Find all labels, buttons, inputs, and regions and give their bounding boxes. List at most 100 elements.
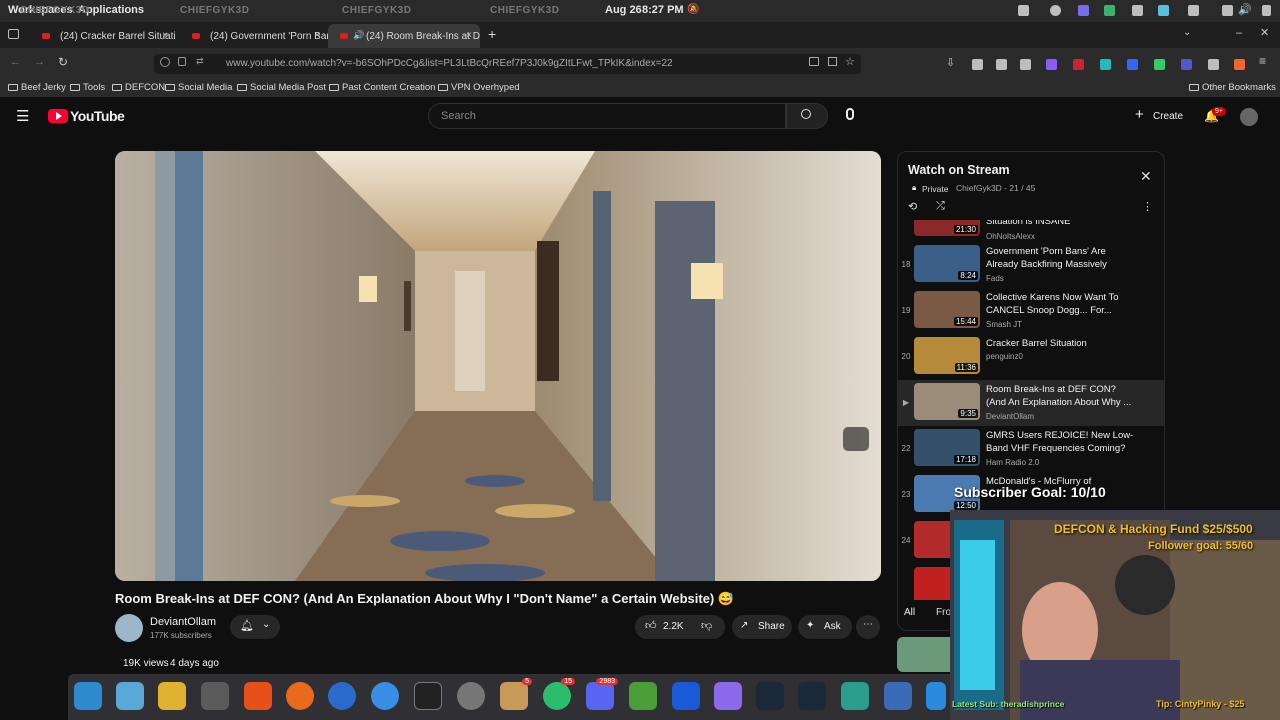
menu-icon[interactable]: ≡ (1259, 54, 1266, 68)
close-tab-icon[interactable]: × (314, 30, 320, 41)
more-actions-button[interactable]: ⋯ (856, 615, 880, 639)
bookmark-star-icon[interactable]: ☆ (845, 55, 855, 68)
extension-icon[interactable] (996, 59, 1007, 70)
back-arrow-icon[interactable]: ← (10, 56, 21, 68)
settings-gear-icon[interactable] (457, 682, 485, 710)
list-item[interactable]: 18 8:24 Government 'Porn Bans' Are Alrea… (898, 242, 1164, 288)
tray-display-icon[interactable] (1222, 5, 1233, 16)
extension-icon[interactable] (1073, 59, 1084, 70)
archive-app-icon[interactable]: 5 (500, 678, 532, 710)
tray-clipboard-icon[interactable] (1188, 5, 1199, 16)
extension-icon[interactable] (1208, 59, 1219, 70)
extension-icon[interactable] (972, 59, 983, 70)
close-tab-icon[interactable]: × (466, 30, 472, 41)
ask-button[interactable]: ✦ Ask (798, 615, 852, 639)
playlist-menu-icon[interactable]: ⋮ (1142, 200, 1153, 213)
hamburger-menu-icon[interactable]: ☰ (16, 107, 29, 125)
extension-icon[interactable] (1181, 59, 1192, 70)
youtube-logo-text[interactable]: YouTube (70, 108, 125, 124)
permissions-icon[interactable]: ⇄ (196, 56, 204, 67)
terminal-icon[interactable] (414, 682, 442, 710)
steam-icon[interactable] (756, 682, 784, 710)
reader-view-icon[interactable] (809, 57, 819, 66)
shuffle-icon[interactable]: ⤮ (936, 200, 945, 213)
editor-icon[interactable] (884, 682, 912, 710)
shield-icon[interactable] (160, 57, 170, 67)
power-icon[interactable] (1262, 5, 1271, 16)
address-bar[interactable]: ⇄ www.youtube.com/watch?v=-b6SOhPDcCg&li… (154, 54, 861, 74)
vencord-icon[interactable] (841, 682, 869, 710)
volume-icon[interactable]: 🔊 (1238, 3, 1252, 16)
tab-room-break-ins[interactable]: 🔊 (24) Room Break-Ins at D × (328, 24, 480, 48)
bookmark-beef-jerky[interactable]: Beef Jerky (8, 82, 66, 93)
vscode-icon[interactable] (926, 682, 946, 710)
share-button[interactable]: ↗ Share (732, 615, 792, 639)
bookmark-vpn-overhyped[interactable]: VPN Overhyped (438, 82, 520, 93)
lock-icon[interactable] (178, 57, 186, 66)
tab-government-bans[interactable]: (24) Government 'Porn Bans' × (176, 24, 328, 48)
close-playlist-icon[interactable]: ✕ (1140, 168, 1152, 185)
chip-all[interactable]: All (904, 607, 915, 618)
avatar[interactable] (1240, 108, 1258, 126)
sync-app-icon[interactable]: 15 (543, 678, 575, 710)
bookmark-defcon[interactable]: DEFCON (112, 82, 165, 93)
tray-discord-icon[interactable] (1132, 5, 1143, 16)
tray-window-icon[interactable] (1018, 5, 1029, 16)
tab-overflow-chevron-icon[interactable]: ⌄ (1183, 27, 1191, 38)
audio-playing-icon[interactable]: 🔊 (353, 30, 364, 41)
extension-icon[interactable] (1154, 59, 1165, 70)
like-count[interactable]: 2.2K (663, 621, 684, 632)
list-item[interactable]: 22 17:18 GMRS Users REJOICE! New Low-Ban… (898, 426, 1164, 472)
tray-network-icon[interactable] (1158, 5, 1169, 16)
subscribed-bell-button[interactable]: 🔔︎ ⌄ (230, 615, 280, 639)
extension-icon[interactable] (1100, 59, 1111, 70)
chip-from[interactable]: Fro (936, 607, 951, 618)
miniplayer-icon[interactable] (843, 427, 869, 451)
window-manager-icon[interactable] (116, 682, 144, 710)
channel-avatar[interactable] (115, 614, 143, 642)
list-item-current[interactable]: ▶ 9:35 Room Break-Ins at DEF CON? (And A… (898, 380, 1164, 426)
tray-app-icon[interactable] (1050, 5, 1061, 16)
search-button[interactable] (786, 103, 828, 129)
new-tab-button[interactable]: + (488, 26, 496, 42)
channel-name[interactable]: DeviantOllam (150, 616, 216, 628)
tray-vpn-icon[interactable] (1078, 5, 1089, 16)
video-player[interactable] (115, 151, 881, 581)
steam-secondary-icon[interactable] (798, 682, 826, 710)
bookmark-social-media-post[interactable]: Social Media Post (237, 82, 326, 93)
extension-icon[interactable] (1234, 59, 1245, 70)
thunderbird-icon[interactable] (328, 682, 356, 710)
extension-icon[interactable] (1046, 59, 1057, 70)
list-item[interactable]: 19 15:44 Collective Karens Now Want To C… (898, 288, 1164, 334)
list-item[interactable]: 20 11:36 Cracker Barrel Situation pengui… (898, 334, 1164, 380)
tab-cracker-barrel[interactable]: (24) Cracker Barrel Situation × (26, 24, 176, 48)
create-plus-icon[interactable]: + (1135, 106, 1144, 123)
create-button[interactable]: Create (1153, 111, 1183, 122)
bookmark-tools[interactable]: Tools (70, 82, 105, 93)
search-app-icon[interactable] (74, 682, 102, 710)
list-item[interactable]: 21:30 Situation is INSANE OhNoItsAlexx (898, 220, 1164, 242)
extension-icon[interactable] (1020, 59, 1031, 70)
close-tab-icon[interactable]: × (162, 30, 168, 41)
like-icon[interactable]: 👍︎ (645, 619, 657, 632)
app-grid-icon[interactable] (158, 682, 186, 710)
playlist-title[interactable]: Watch on Stream (908, 163, 1010, 177)
clock-date[interactable]: Aug 26 (605, 4, 642, 16)
minimize-window-icon[interactable]: – (1236, 27, 1242, 39)
chromium-icon[interactable] (371, 682, 399, 710)
discord-icon[interactable]: 2983 (586, 678, 618, 710)
downloads-icon[interactable]: ⇩ (946, 56, 955, 69)
bitwarden-icon[interactable] (672, 682, 700, 710)
bookmark-past-content-creation[interactable]: Past Content Creation (329, 82, 435, 93)
clock-time[interactable]: 8:27 PM (642, 4, 684, 16)
android-app-icon[interactable] (629, 682, 657, 710)
extension-icon[interactable] (1127, 59, 1138, 70)
firefox-icon[interactable] (286, 682, 314, 710)
other-bookmarks[interactable]: Other Bookmarks (1189, 82, 1276, 93)
tab-list-icon[interactable] (8, 29, 19, 39)
bookmark-social-media[interactable]: Social Media (165, 82, 232, 93)
dislike-icon[interactable]: 👎︎ (701, 619, 712, 632)
file-manager-icon[interactable] (201, 682, 229, 710)
search-input[interactable]: Search (428, 103, 786, 129)
close-window-icon[interactable]: ✕ (1260, 26, 1269, 39)
